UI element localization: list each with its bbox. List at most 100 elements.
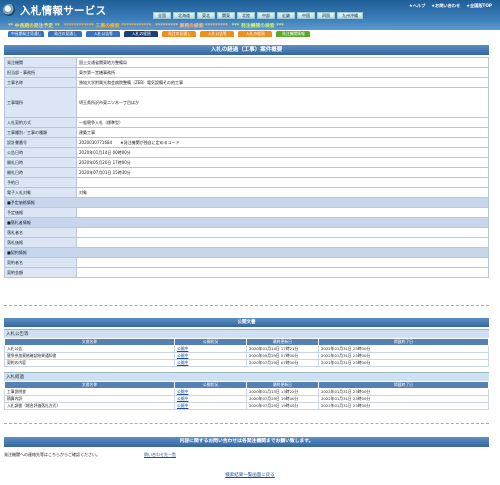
category-labels: ** 中長期の発注予定 ** ************ 工事の検索 ******… <box>8 22 284 29</box>
field-label: 工事種別／工事の種類 <box>4 127 77 138</box>
section-heading: ■契約情報 <box>4 247 489 258</box>
tab-service-notices[interactable]: 入札公告等 <box>200 31 235 37</box>
table-row: 積算内訳 公開中 2020年07月29日 19時40分 2022年01月31日 … <box>4 395 489 403</box>
column-header: 掲載終了日 <box>318 338 489 346</box>
tab-agency-info[interactable]: 発注機関情報 <box>276 31 311 37</box>
tab-service-progress[interactable]: 入札の経過 <box>238 31 273 37</box>
field-label: 契約金額 <box>4 267 77 278</box>
top-links: ★ヘルプ ★お問い合わせ ★全国版TOP <box>409 3 492 9</box>
table-row: 工事説明書 公開中 2020年01月15日 13時22分 2022年01月31日… <box>4 388 489 396</box>
field-value <box>76 177 489 188</box>
doc-status-link[interactable]: 公開中 <box>177 360 188 365</box>
field-value <box>76 207 489 218</box>
tab-work-forecast[interactable]: 発注の見通し <box>48 31 83 37</box>
field-label: 公告日時 <box>4 147 77 158</box>
region-tab[interactable]: 中国 <box>297 12 315 19</box>
divider <box>4 305 489 306</box>
column-header: 最終更新日 <box>246 381 319 389</box>
notice-section-title: 入札公告等 <box>4 329 489 338</box>
field-value: 2020年07月01日 15時30分 <box>76 167 489 178</box>
region-tab[interactable]: 近畿 <box>277 12 295 19</box>
detail-table: 発注機関 国土交通省関東地方整備局 担当部・事務所 東京第一営繕事務所 工事名称 独協… <box>4 57 489 278</box>
field-label: 開札日時 <box>4 157 77 168</box>
tab-service-forecast[interactable]: 発注の見通し <box>162 31 197 37</box>
field-value <box>76 227 489 238</box>
doc-updated: 2020年07月29日 07時00分 <box>246 359 319 367</box>
doc-status-link[interactable]: 公開中 <box>177 389 188 394</box>
category-label: ** 中長期の発注予定 ** <box>8 24 60 29</box>
field-label: 入札契約方式 <box>4 117 77 128</box>
field-label: 落札者名 <box>4 227 77 238</box>
column-header: 最終更新日 <box>246 338 319 346</box>
doc-updated: 2020年05月29日 07時00分 <box>246 352 319 360</box>
field-value: 一般競争入札（標準型） <box>76 117 489 128</box>
tab-work-notices[interactable]: 入札公告等 <box>86 31 121 37</box>
category-label: ************ 工事の検索 ************ <box>63 24 152 29</box>
tab-long-term[interactable]: 中長期発注見通し <box>8 31 45 37</box>
field-value: 2020年05月20日 17時00分 <box>76 157 489 168</box>
column-header: 公開状況 <box>174 381 247 389</box>
field-value: 2020年01月14日 00時00分 <box>76 147 489 158</box>
doc-end: 2022年01月31日 23時00分 <box>318 352 489 360</box>
doc-end: 2022年01月31日 23時00分 <box>318 345 489 353</box>
doc-status-link[interactable]: 公開中 <box>177 346 188 351</box>
doc-updated: 2020年01月14日 17時21分 <box>246 345 319 353</box>
doc-end: 2022年01月31日 23時00分 <box>318 402 489 410</box>
site-title: 入札情報サービス <box>20 5 107 17</box>
tab-work-progress[interactable]: 入札の経過 <box>124 31 159 37</box>
progress-section-title: 入札経過 <box>4 372 489 381</box>
doc-name: 契約の内容 <box>4 359 175 367</box>
field-label: 契約者名 <box>4 257 77 268</box>
doc-name: 入札調書（総合評価落札方式） <box>4 402 175 410</box>
table-row: 入札公告 公開中 2020年01月14日 17時21分 2022年01月31日 … <box>4 345 489 353</box>
doc-name: 入札公告 <box>4 345 175 353</box>
region-tab[interactable]: 東北 <box>197 12 215 19</box>
field-value: 対象 <box>76 187 489 198</box>
public-docs-heading: 公開文書 <box>4 318 489 327</box>
region-tab[interactable]: 中部 <box>257 12 275 19</box>
field-label: 予約日 <box>4 177 77 188</box>
region-tab[interactable]: 九州沖縄 <box>337 12 363 19</box>
table-row: 競争参加資格確認結果通知書 公開中 2020年05月29日 07時00分 202… <box>4 352 489 360</box>
region-nav: 全国 北海道 東北 関東 北陸 中部 近畿 中国 四国 九州沖縄 <box>153 12 363 19</box>
field-value <box>76 257 489 268</box>
doc-status-link[interactable]: 公開中 <box>177 396 188 401</box>
column-header: 掲載終了日 <box>318 381 489 389</box>
field-label: 担当部・事務所 <box>4 67 77 78</box>
contact-heading: 内容に関するお問い合わせは各発注機関までお願い致します。 <box>4 437 489 447</box>
section-heading: ■予定価格情報 <box>4 197 489 208</box>
field-label: 電子入札対象 <box>4 187 77 198</box>
field-label: 工事場所 <box>4 87 77 118</box>
doc-updated: 2020年01月15日 13時22分 <box>246 388 319 396</box>
region-tab[interactable]: 北陸 <box>237 12 255 19</box>
doc-status-link[interactable]: 公開中 <box>177 353 188 358</box>
region-tab[interactable]: 北海道 <box>173 12 195 19</box>
doc-updated: 2020年07月29日 19時40分 <box>246 402 319 410</box>
category-label: ********* 業務の検索 ********* <box>155 24 228 29</box>
back-to-results-link[interactable]: 検索結果一覧画面に戻る <box>0 472 500 478</box>
field-value: 埼玉県所沢市東二ツ木一丁目ほか <box>76 87 489 118</box>
doc-name: 積算内訳 <box>4 395 175 403</box>
notice-docs-table: 文書名称 公開状況 最終更新日 掲載終了日 入札公告 公開中 2020年01月1… <box>4 338 489 367</box>
contact-list-link[interactable]: 問い合わせ先一覧 <box>144 452 176 458</box>
field-label: 落札価格 <box>4 237 77 248</box>
doc-status-link[interactable]: 公開中 <box>177 403 188 408</box>
detail-heading: 入札の経過（工事）案件概要 <box>4 45 489 55</box>
column-header: 文書名称 <box>4 381 175 389</box>
table-row: 契約の内容 公開中 2020年07月29日 07時00分 2022年01月31日… <box>4 359 489 367</box>
region-tab[interactable]: 四国 <box>317 12 335 19</box>
region-tab[interactable]: 関東 <box>217 12 235 19</box>
table-row: 入札調書（総合評価落札方式） 公開中 2020年07月29日 19時40分 20… <box>4 402 489 410</box>
divider <box>4 423 489 424</box>
national-top-link[interactable]: ★全国版TOP <box>466 3 492 9</box>
field-value: 2020030771684 ★発注機関が独自に定めるコード <box>76 137 489 148</box>
help-link[interactable]: ★ヘルプ <box>409 3 425 9</box>
progress-docs-table: 文書名称 公開状況 最終更新日 掲載終了日 工事説明書 公開中 2020年01月… <box>4 381 489 410</box>
category-label: *** 発注機関の検索 *** <box>231 24 284 29</box>
contact-link[interactable]: ★お問い合わせ <box>431 3 460 9</box>
field-value: 独協大学附属光和会病院整備（ZEB）電気設備その他工事 <box>76 77 489 88</box>
section-heading: ■落札者情報 <box>4 217 489 228</box>
region-tab[interactable]: 全国 <box>153 12 171 19</box>
site-logo <box>3 4 15 16</box>
column-header: 文書名称 <box>4 338 175 346</box>
